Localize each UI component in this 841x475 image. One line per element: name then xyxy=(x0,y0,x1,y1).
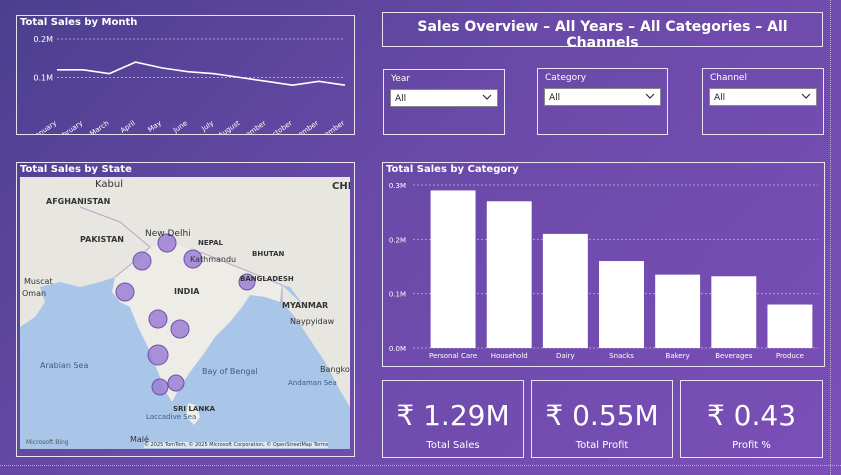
y-tick-label: 0.1M xyxy=(389,291,406,299)
kpi-profit-pct-value: ₹ 0.43 xyxy=(706,399,797,432)
map-label-muscat: Muscat xyxy=(24,277,53,286)
sales-line xyxy=(57,61,346,87)
category-bar xyxy=(655,274,701,348)
y-tick-label: 0.0M xyxy=(389,345,406,353)
year-slicer-label: Year xyxy=(391,74,411,84)
kpi-total-profit-value: ₹ 0.55M xyxy=(545,399,659,432)
y-tick-label: 0.2M xyxy=(389,236,406,244)
category-bar xyxy=(767,304,813,348)
category-bar xyxy=(542,233,588,348)
map-label-pakistan: PAKISTAN xyxy=(80,235,124,244)
map-label-sri-lanka: SRI LANKA xyxy=(173,405,216,413)
map-label-bhutan: BHUTAN xyxy=(252,250,285,258)
month-chart-panel[interactable]: Total Sales by Month 0.2M 0.1M January Febr… xyxy=(16,15,355,135)
x-tick-label: Beverages xyxy=(715,352,752,360)
y-tick-label: 0.2M xyxy=(33,35,53,44)
bubble-karnataka xyxy=(147,344,169,366)
chevron-down-icon xyxy=(482,94,492,100)
map-attribution[interactable]: © 2025 TomTom, © 2025 Microsoft Corporat… xyxy=(144,442,329,448)
category-slicer-label: Category xyxy=(545,73,587,83)
bubble-telangana xyxy=(170,319,190,339)
x-tick-label: April xyxy=(119,119,137,134)
kpi-profit-pct[interactable]: ₹ 0.43 Profit % xyxy=(680,380,823,458)
x-tick-label: Snacks xyxy=(609,352,634,360)
bubble-maharashtra xyxy=(148,309,168,329)
x-tick-label: Dairy xyxy=(556,352,575,360)
map-label-india: INDIA xyxy=(174,287,200,296)
channel-slicer-label: Channel xyxy=(710,73,747,83)
map-label-bay-of-bengal: Bay of Bengal xyxy=(202,367,258,376)
map-label-afghanistan: AFGHANISTAN xyxy=(46,197,111,206)
bubble-tamilnadu xyxy=(167,374,185,392)
category-bar xyxy=(711,276,757,348)
map-label-nepal: NEPAL xyxy=(198,239,224,247)
category-slicer: Category All xyxy=(537,68,668,135)
category-bar xyxy=(486,201,532,348)
category-dropdown-value: All xyxy=(549,93,561,103)
x-tick-label: Produce xyxy=(776,352,804,360)
map-label-bangladesh: BANGLADESH xyxy=(240,275,294,283)
header-box: Sales Overview – All Years – All Categor… xyxy=(382,12,823,51)
map-label-arabian-sea: Arabian Sea xyxy=(40,361,89,370)
map-label-naypyidaw: Naypyidaw xyxy=(290,317,335,326)
category-bar xyxy=(430,190,476,348)
channel-dropdown[interactable]: All xyxy=(709,88,817,106)
x-tick-label: January xyxy=(31,119,58,134)
bubble-gujarat xyxy=(115,282,135,302)
map-label-kabul: Kabul xyxy=(95,179,123,190)
chevron-down-icon xyxy=(801,93,811,99)
chevron-down-icon xyxy=(645,93,655,99)
year-dropdown[interactable]: All xyxy=(390,89,498,107)
map-label-laccadive: Laccadive Sea xyxy=(146,413,197,421)
kpi-total-profit[interactable]: ₹ 0.55M Total Profit xyxy=(531,380,673,458)
channel-slicer: Channel All xyxy=(702,68,824,135)
bubble-up xyxy=(132,251,152,271)
map-label-myanmar: MYANMAR xyxy=(282,301,329,310)
map-label-china: CHI xyxy=(332,181,350,192)
x-tick-label: February xyxy=(54,119,84,134)
x-tick-label: May xyxy=(146,119,162,134)
kpi-total-sales[interactable]: ₹ 1.29M Total Sales xyxy=(382,380,524,458)
canvas-edge xyxy=(830,0,831,475)
map-label-bangkok: Bangkok xyxy=(320,365,350,374)
map-label-oman: Oman xyxy=(22,289,47,298)
kpi-profit-pct-label: Profit % xyxy=(732,440,771,451)
year-slicer: Year All xyxy=(383,69,505,135)
y-tick-label: 0.3M xyxy=(389,182,406,190)
map-title: Total Sales by State xyxy=(20,164,132,175)
x-tick-label: Personal Care xyxy=(429,352,477,360)
month-line-chart: 0.2M 0.1M JanuaryFebruary March April May June… xyxy=(31,35,346,134)
map-label-kathmandu: Kathmandu xyxy=(190,255,237,264)
map-brand: Microsoft Bing xyxy=(26,439,69,446)
category-dropdown[interactable]: All xyxy=(544,88,661,106)
map-label-andaman: Andaman Sea xyxy=(288,379,337,387)
india-map[interactable]: Kabul AFGHANISTAN PAKISTAN New Delhi NEP… xyxy=(20,177,350,449)
x-tick-label: July xyxy=(200,119,216,133)
x-tick-label: Bakery xyxy=(666,352,690,360)
category-chart-panel[interactable]: Total Sales by Category 0.3M 0.2M 0.1M 0.0M… xyxy=(382,162,825,367)
page-title: Sales Overview – All Years – All Categor… xyxy=(417,19,788,51)
bubble-kerala xyxy=(151,378,169,396)
kpi-total-sales-value: ₹ 1.29M xyxy=(396,399,510,432)
kpi-total-sales-label: Total Sales xyxy=(426,440,480,451)
channel-dropdown-value: All xyxy=(714,93,726,103)
x-tick-label: Household xyxy=(491,352,528,360)
canvas-edge-bottom xyxy=(0,465,841,466)
x-tick-label: October xyxy=(266,119,294,134)
category-bar xyxy=(599,261,644,348)
state-map-panel[interactable]: Total Sales by State Kabul AFGHANISTAN P… xyxy=(16,162,355,457)
x-tick-label: March xyxy=(88,119,110,134)
y-tick-label: 0.1M xyxy=(33,74,53,83)
x-tick-label: August xyxy=(217,119,242,134)
category-bar-chart: 0.3M 0.2M 0.1M 0.0M Personal Care Household Da… xyxy=(389,182,818,360)
x-tick-label: June xyxy=(171,119,189,134)
map-label-new-delhi: New Delhi xyxy=(145,229,191,239)
kpi-total-profit-label: Total Profit xyxy=(575,440,629,451)
year-dropdown-value: All xyxy=(395,94,407,104)
